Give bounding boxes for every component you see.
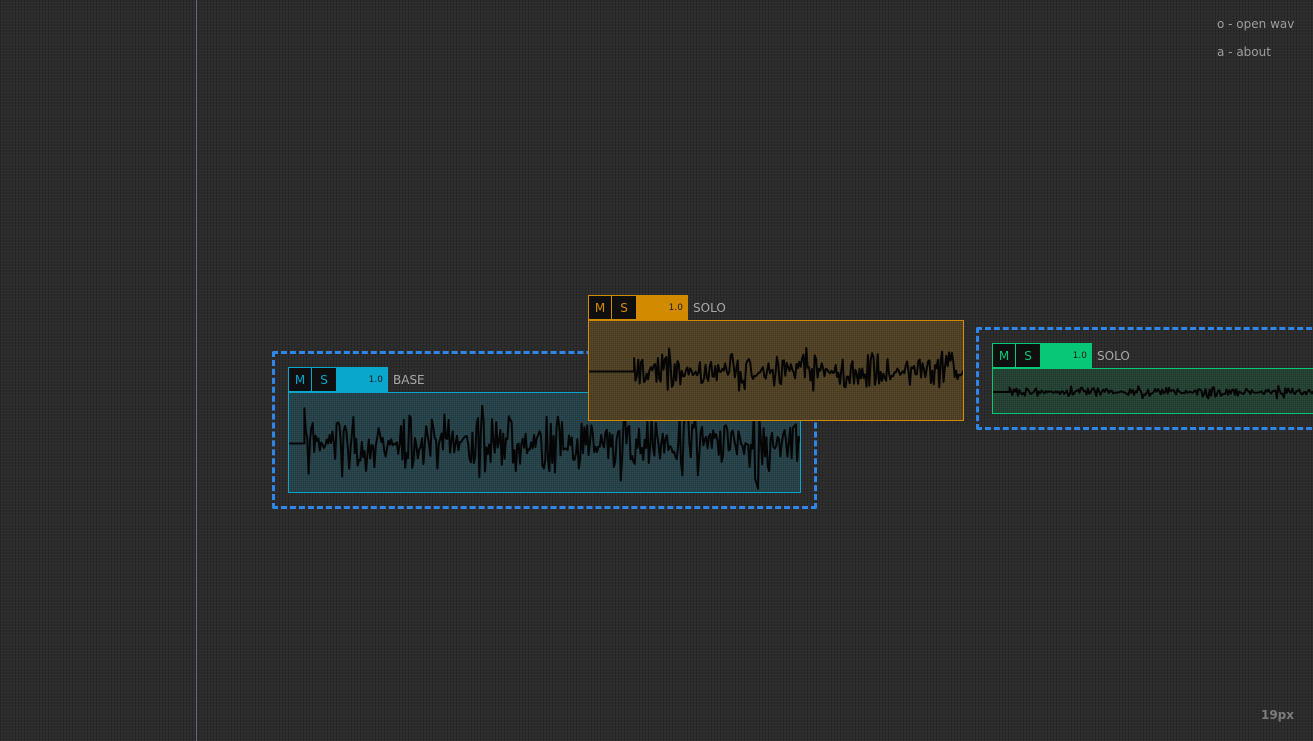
audio-clip-solo[interactable]: M S 1.0 SOLO (588, 295, 964, 421)
menu-open-wav[interactable]: o - open wav (1217, 17, 1294, 31)
solo-button[interactable]: S (612, 295, 637, 320)
clip-name: SOLO (1097, 348, 1130, 363)
waveform-area[interactable] (588, 320, 964, 421)
waveform (589, 347, 963, 392)
zoom-level: 19px (1260, 708, 1294, 722)
mute-button[interactable]: M (992, 343, 1016, 368)
gain-slider[interactable]: 1.0 (637, 295, 688, 320)
waveform-area[interactable] (992, 368, 1313, 414)
playhead-cursor[interactable] (196, 0, 197, 741)
mute-button[interactable]: M (288, 367, 312, 392)
clip-name: SOLO (693, 300, 726, 315)
waveform-trace (589, 347, 963, 392)
waveform-trace (993, 385, 1313, 400)
gain-slider[interactable]: 1.0 (337, 367, 388, 392)
waveform (993, 385, 1313, 400)
clip-header: M S 1.0 BASE (288, 367, 425, 392)
clip-header: M S 1.0 SOLO (992, 343, 1130, 368)
gain-slider[interactable]: 1.0 (1041, 343, 1092, 368)
solo-button[interactable]: S (1016, 343, 1041, 368)
audio-clip-solo-2[interactable]: M S 1.0 SOLO (992, 343, 1313, 414)
menu-about[interactable]: a - about (1217, 45, 1271, 59)
clip-header: M S 1.0 SOLO (588, 295, 726, 320)
mute-button[interactable]: M (588, 295, 612, 320)
solo-button[interactable]: S (312, 367, 337, 392)
clip-name: BASE (393, 372, 425, 387)
